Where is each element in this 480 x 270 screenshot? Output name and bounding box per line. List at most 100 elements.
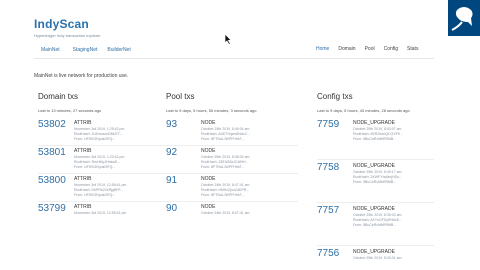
tx-date: October 25th 2019, 8:49:17 am: [353, 170, 402, 174]
divider: [317, 202, 434, 203]
tx-type: ATTRIB: [74, 120, 92, 126]
tx-number[interactable]: 53802: [38, 119, 66, 130]
network-info: MainNet is live network for production u…: [34, 73, 129, 79]
tx-entry[interactable]: 7759 NODE_UPGRADE October 25th 2019, 8:5…: [317, 119, 442, 162]
nav-stagingnet[interactable]: StagingNet: [73, 47, 98, 53]
network-nav: MainNet StagingNet BuilderNet: [38, 46, 141, 54]
tx-entry[interactable]: 90 NODE October 24th 2019, 8:07:41 am: [166, 203, 306, 231]
column-title: Pool txs: [166, 92, 195, 101]
tx-number[interactable]: 92: [166, 147, 177, 158]
tx-type: NODE: [201, 120, 216, 126]
tx-roothash: RootHash: 2KWFYbq9mjHSu...: [353, 175, 402, 179]
tx-from: From: UFSSGN(cat/3FQ...: [74, 165, 116, 169]
divider: [38, 145, 170, 146]
tx-from: From: 5BuCeRvMbRRMB...: [353, 180, 397, 184]
nav-buildernet[interactable]: BuilderNet: [107, 47, 130, 53]
column-subtitle: Last to 9 days, 5 hours, 50 minutes, 3 s…: [166, 108, 257, 113]
tx-roothash: RootHash: 6ERZeanQCGXP9...: [353, 132, 403, 136]
nav-home[interactable]: Home: [316, 46, 329, 52]
tx-date: October 24th 2019, 8:07:41 am: [201, 183, 250, 187]
tx-roothash: RootHash: Z8FUB5zJC4fHH...: [201, 160, 249, 164]
column-title: Config txs: [317, 92, 353, 101]
tx-from: From: 8FTNdLJWPFHfrkT...: [201, 165, 245, 169]
github-corner[interactable]: [448, 0, 480, 36]
tx-number[interactable]: 7756: [317, 248, 339, 259]
tx-date: November 3rd 2019, 12:55:41 pm: [74, 211, 127, 215]
divider: [166, 201, 298, 202]
tx-from: From: 5BuCeRvMbRRMB...: [353, 137, 397, 141]
tx-entry[interactable]: 7758 NODE_UPGRADE October 25th 2019, 8:4…: [317, 162, 442, 205]
tx-entry[interactable]: 53801 ATTRIB November 3rd 2019, 1:20:42 …: [38, 147, 178, 175]
divider: [166, 173, 298, 174]
nav-pool[interactable]: Pool: [365, 46, 375, 52]
config-txs-column: Config txs Last to 9 days, 5 hours, 43 m…: [317, 92, 442, 270]
column-subtitle: Last to 9 days, 5 hours, 43 minutes, 28 …: [317, 108, 410, 113]
tx-number[interactable]: 93: [166, 119, 177, 130]
tx-type: ATTRIB: [74, 148, 92, 154]
divider: [317, 245, 434, 246]
tx-from: From: 8FTNdLJWPFHfrkT...: [201, 193, 245, 197]
divider: [38, 173, 170, 174]
tx-type: NODE_UPGRADE: [353, 120, 395, 126]
tx-type: NODE: [201, 176, 216, 182]
tx-number[interactable]: 53800: [38, 175, 66, 186]
tx-from: From: 5BuCeRvMbRRMB...: [353, 223, 397, 227]
tx-number[interactable]: 7759: [317, 119, 339, 130]
tx-roothash: RootHash: AUE7HqwwEddcC...: [201, 132, 251, 136]
app-title[interactable]: IndyScan: [34, 17, 101, 31]
tx-entry[interactable]: 93 NODE October 25th 2019, 8:49:04 am Ro…: [166, 119, 306, 147]
tx-date: November 3rd 2019, 1:25:42 pm: [74, 127, 125, 131]
tx-roothash: RootHash: 2UKwxxoxDMLET...: [74, 132, 123, 136]
divider: [38, 201, 170, 202]
tx-number[interactable]: 7758: [317, 162, 339, 173]
tx-date: October 24th 2019, 8:07:41 am: [201, 211, 250, 215]
tx-date: November 3rd 2019, 1:20:42 pm: [74, 155, 125, 159]
tx-entry[interactable]: 91 NODE October 24th 2019, 8:07:41 am Ro…: [166, 175, 306, 203]
nav-config[interactable]: Config: [384, 46, 398, 52]
nav-divider: [34, 58, 434, 59]
pool-txs-column: Pool txs Last to 9 days, 5 hours, 50 min…: [166, 92, 306, 231]
column-subtitle: Last to 13 minutes, 27 seconds ago: [38, 108, 102, 113]
tx-type: NODE_UPGRADE: [353, 206, 395, 212]
tx-entry[interactable]: 7757 NODE_UPGRADE October 25th 2019, 8:3…: [317, 205, 442, 248]
brand: IndyScan Hyperledger Indy transaction ex…: [34, 17, 101, 38]
tx-from: From: 8FTNdLJWPFHfrkT...: [201, 137, 245, 141]
tx-roothash: RootHash: HMKxZjuuZdDPR...: [201, 188, 250, 192]
domain-txs-column: Domain txs Last to 13 minutes, 27 second…: [38, 92, 178, 231]
tx-date: October 25th 2019, 8:53:07 am: [353, 127, 402, 131]
tx-from: From: UFSSGN(cat/3FQ...: [74, 193, 116, 197]
tx-type: ATTRIB: [74, 176, 92, 182]
tx-type: NODE_UPGRADE: [353, 163, 395, 169]
column-title: Domain txs: [38, 92, 79, 101]
tx-roothash: RootHash: DhPRs2XeRjgBFF...: [74, 188, 124, 192]
nav-domain[interactable]: Domain: [338, 46, 355, 52]
tx-number[interactable]: 91: [166, 175, 177, 186]
tx-number[interactable]: 53801: [38, 147, 66, 158]
tx-number[interactable]: 90: [166, 203, 177, 214]
tx-type: NODE_UPGRADE: [353, 249, 395, 255]
tx-type: NODE: [201, 148, 216, 154]
tx-entry[interactable]: 7756 NODE_UPGRADE October 25th 2019, 8:3…: [317, 248, 442, 270]
tx-from: From: UFSSGN(cat/3FQ...: [74, 137, 116, 141]
nav-mainnet[interactable]: MainNet: [38, 46, 63, 54]
tx-number[interactable]: 7757: [317, 205, 339, 216]
tx-date: October 25th 2019, 8:35:03 am: [201, 155, 250, 159]
nav-stats[interactable]: Stats: [407, 46, 418, 52]
tx-number[interactable]: 53799: [38, 203, 66, 214]
tx-type: NODE: [201, 204, 216, 210]
tx-entry[interactable]: 53800 ATTRIB November 3rd 2019, 12:55:41…: [38, 175, 178, 203]
tx-entry[interactable]: 53802 ATTRIB November 3rd 2019, 1:25:42 …: [38, 119, 178, 147]
tx-entry[interactable]: 53799 ATTRIB November 3rd 2019, 12:55:41…: [38, 203, 178, 231]
divider: [317, 159, 434, 160]
tx-date: October 25th 2019, 8:35:03 am: [353, 213, 402, 217]
divider: [166, 145, 298, 146]
tx-roothash: RootHash: AFYnGFSyRH6cE...: [353, 218, 403, 222]
tx-entry[interactable]: 92 NODE October 25th 2019, 8:35:03 am Ro…: [166, 147, 306, 175]
github-icon: [451, 7, 473, 31]
page-nav: Home Domain Pool Config Stats: [316, 46, 427, 52]
tx-date: October 25th 2019, 8:30:01 am: [353, 256, 402, 260]
tx-date: October 25th 2019, 8:49:04 am: [201, 127, 250, 131]
tx-type: ATTRIB: [74, 204, 92, 210]
app-subtitle: Hyperledger Indy transaction explorer: [34, 33, 101, 38]
tx-date: November 3rd 2019, 12:55:41 pm: [74, 183, 127, 187]
